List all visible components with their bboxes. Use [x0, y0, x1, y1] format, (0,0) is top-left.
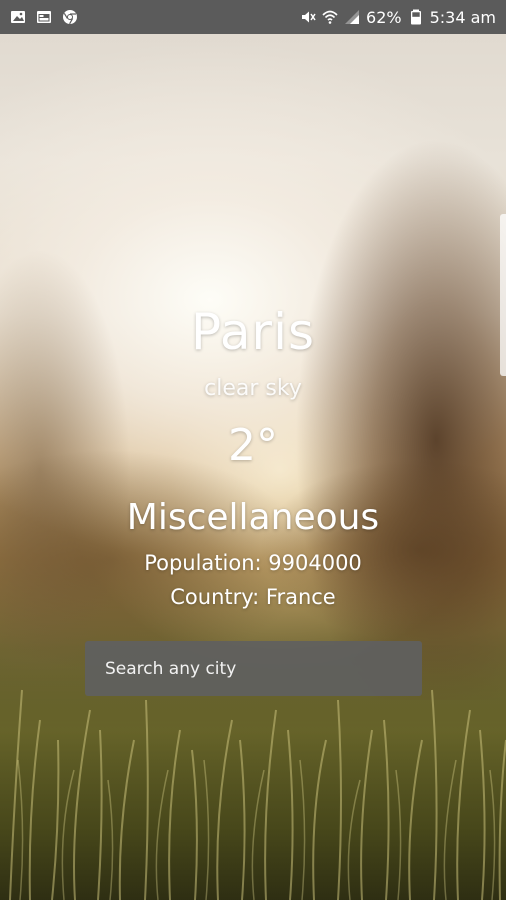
- search-input[interactable]: [85, 641, 422, 696]
- city-category: Miscellaneous: [126, 497, 380, 538]
- clock-time: 5:34 am: [429, 7, 496, 27]
- weather-condition: clear sky: [204, 376, 302, 401]
- search-box[interactable]: [85, 641, 422, 696]
- wifi-icon: [322, 9, 338, 25]
- population-text: Population: 9904000: [144, 551, 362, 575]
- mute-icon: [300, 9, 316, 25]
- country-text: Country: France: [170, 585, 336, 609]
- battery-icon: [408, 9, 424, 25]
- temperature: 2°: [228, 420, 278, 471]
- status-system-icons: 62% 5:34 am: [300, 8, 496, 27]
- status-bar: 62% 5:34 am: [0, 0, 506, 34]
- signal-icon: [344, 9, 360, 25]
- battery-percent: 62%: [366, 7, 402, 27]
- city-name: Paris: [190, 303, 316, 361]
- status-notification-icons: [10, 9, 78, 25]
- window-icon: [36, 9, 52, 25]
- chrome-icon: [62, 9, 78, 25]
- image-icon: [10, 9, 26, 25]
